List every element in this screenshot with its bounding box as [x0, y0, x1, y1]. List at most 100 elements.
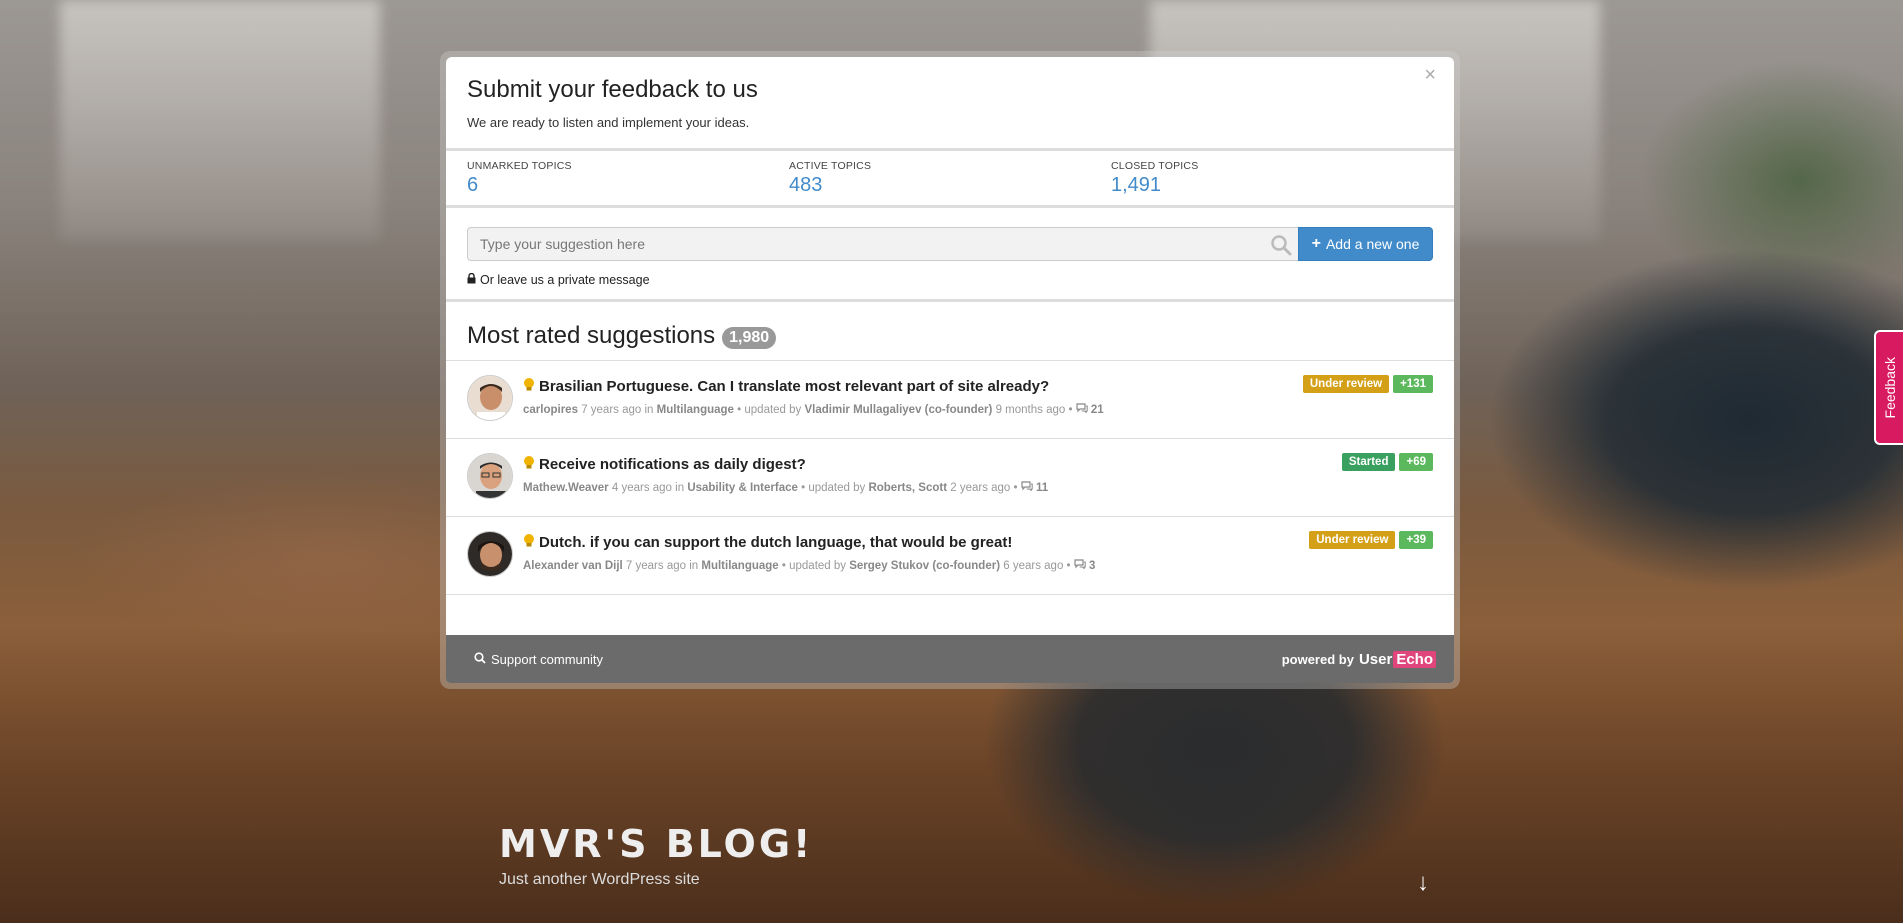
- topic-body: Brasilian Portuguese. Can I translate mo…: [523, 375, 1433, 425]
- topic-title[interactable]: Receive notifications as daily digest?: [523, 455, 806, 474]
- blog-tagline: Just another WordPress site: [499, 871, 700, 888]
- topic-title-text: Receive notifications as daily digest?: [539, 456, 806, 474]
- topic-updated-by[interactable]: Sergey Stukov (co-founder): [849, 560, 1000, 572]
- topic-badges: Under review +131: [1302, 375, 1433, 394]
- suggestion-input[interactable]: [468, 228, 1298, 261]
- topic-updated-prefix: • updated by: [801, 482, 866, 495]
- section-header: Most rated suggestions 1,980: [446, 302, 1454, 362]
- topic-row: Brasilian Portuguese. Can I translate mo…: [446, 361, 1454, 440]
- topic-category[interactable]: Multilanguage: [701, 560, 778, 572]
- support-community-label: Support community: [491, 651, 603, 667]
- topic-body: Receive notifications as daily digest? S…: [523, 453, 1433, 503]
- topic-author[interactable]: Mathew.Weaver: [523, 482, 609, 494]
- logo-user-text: User: [1358, 650, 1393, 668]
- avatar[interactable]: [467, 531, 513, 578]
- stat-closed[interactable]: CLOSED TOPICS 1,491: [1111, 160, 1433, 197]
- topic-comments[interactable]: 3: [1089, 560, 1095, 572]
- add-new-button[interactable]: + Add a new one: [1298, 227, 1433, 262]
- stat-value[interactable]: 6: [467, 174, 789, 197]
- plus-icon: +: [1311, 235, 1321, 253]
- topic-category[interactable]: Multilanguage: [657, 404, 734, 416]
- blog-title[interactable]: MVR'S BLOG!: [499, 822, 813, 866]
- stat-value[interactable]: 483: [789, 174, 1111, 197]
- stat-label: CLOSED TOPICS: [1111, 160, 1199, 173]
- lightbulb-icon: [523, 533, 535, 552]
- votes-badge[interactable]: +131: [1393, 375, 1433, 394]
- lock-icon: [467, 273, 476, 287]
- topic-meta: Alexander van Dijl 7 years ago in Multil…: [523, 559, 1433, 572]
- votes-badge[interactable]: +39: [1399, 531, 1433, 550]
- stat-unmarked[interactable]: UNMARKED TOPICS 6: [467, 160, 789, 197]
- modal-header: Submit your feedback to us We are ready …: [446, 57, 1454, 148]
- topic-updated-age: 9 months ago •: [995, 404, 1073, 417]
- status-badge: Started: [1341, 453, 1396, 472]
- powered-by-userecho[interactable]: powered by User Echo: [1281, 650, 1436, 668]
- topic-comments[interactable]: 21: [1091, 404, 1104, 416]
- topic-age: 7 years ago in: [581, 404, 654, 417]
- topic-updated-by[interactable]: Roberts, Scott: [868, 482, 947, 494]
- avatar[interactable]: [467, 453, 513, 500]
- status-badge: Under review: [1302, 375, 1390, 394]
- private-message-label: Or leave us a private message: [480, 273, 650, 288]
- topic-title-row: Brasilian Portuguese. Can I translate mo…: [523, 375, 1433, 396]
- avatar[interactable]: [467, 375, 513, 422]
- topic-author[interactable]: carlopires: [523, 404, 578, 416]
- topic-row: Dutch. if you can support the dutch lang…: [446, 517, 1454, 596]
- topic-updated-prefix: • updated by: [737, 404, 802, 417]
- support-community-link[interactable]: Support community: [474, 652, 603, 667]
- topic-title-text: Dutch. if you can support the dutch lang…: [539, 534, 1013, 552]
- feedback-modal-frame: × Submit your feedback to us We are read…: [440, 51, 1460, 689]
- feedback-side-tab[interactable]: Feedback: [1874, 330, 1903, 445]
- topic-badges: Started +69: [1341, 453, 1433, 472]
- topic-author[interactable]: Alexander van Dijl: [523, 560, 623, 572]
- topic-title[interactable]: Brasilian Portuguese. Can I translate mo…: [523, 377, 1049, 396]
- topic-comments[interactable]: 11: [1036, 482, 1048, 494]
- close-button[interactable]: ×: [1424, 65, 1436, 85]
- suggestion-count-badge: 1,980: [722, 326, 777, 349]
- topic-age: 7 years ago in: [625, 560, 699, 573]
- topic-updated-by[interactable]: Vladimir Mullagaliyev (co-founder): [805, 404, 993, 416]
- background-window-blur: [60, 0, 380, 240]
- comments-icon: [1076, 403, 1091, 416]
- votes-badge[interactable]: +69: [1399, 453, 1433, 472]
- userecho-logo: User Echo: [1358, 650, 1436, 668]
- topic-title-text: Brasilian Portuguese. Can I translate mo…: [539, 378, 1050, 396]
- stat-label: ACTIVE TOPICS: [789, 160, 872, 173]
- search-box: [467, 227, 1298, 262]
- topic-updated-age: 2 years ago •: [950, 482, 1018, 495]
- topic-updated-age: 6 years ago •: [1003, 560, 1071, 573]
- feedback-modal: × Submit your feedback to us We are read…: [446, 57, 1454, 683]
- topic-meta: carlopires 7 years ago in Multilanguage …: [523, 403, 1433, 416]
- topic-title-row: Dutch. if you can support the dutch lang…: [523, 531, 1433, 552]
- topic-stats: UNMARKED TOPICS 6 ACTIVE TOPICS 483 CLOS…: [446, 148, 1454, 209]
- stat-active[interactable]: ACTIVE TOPICS 483: [789, 160, 1111, 197]
- status-badge: Under review: [1309, 531, 1396, 550]
- topic-row: Receive notifications as daily digest? S…: [446, 439, 1454, 518]
- topic-title[interactable]: Dutch. if you can support the dutch lang…: [523, 533, 1012, 552]
- modal-footer: Support community powered by User Echo: [446, 635, 1454, 683]
- stat-label: UNMARKED TOPICS: [467, 160, 572, 173]
- search-icon: [474, 651, 486, 667]
- topic-badges: Under review +39: [1309, 531, 1433, 550]
- topic-category[interactable]: Usability & Interface: [687, 482, 798, 494]
- private-message-link[interactable]: Or leave us a private message: [467, 273, 1433, 287]
- lightbulb-icon: [523, 377, 535, 396]
- comments-icon: [1021, 481, 1036, 494]
- add-new-label: Add a new one: [1325, 236, 1420, 253]
- topic-updated-prefix: • updated by: [781, 560, 847, 573]
- modal-subtitle: We are ready to listen and implement you…: [467, 115, 750, 131]
- topic-age: 4 years ago in: [611, 482, 685, 495]
- stat-value[interactable]: 1,491: [1111, 174, 1433, 197]
- logo-echo-text: Echo: [1393, 650, 1436, 668]
- comments-icon: [1074, 559, 1089, 572]
- search-row: + Add a new one: [467, 227, 1433, 262]
- topic-title-row: Receive notifications as daily digest? S…: [523, 453, 1433, 474]
- powered-by-label: powered by: [1281, 651, 1354, 667]
- feedback-tab-label: Feedback: [1881, 356, 1898, 419]
- section-title: Most rated suggestions: [467, 322, 716, 350]
- topic-meta: Mathew.Weaver 4 years ago in Usability &…: [523, 481, 1433, 494]
- suggestion-search-area: + Add a new one Or leave us a private me…: [446, 208, 1454, 303]
- modal-title: Submit your feedback to us: [467, 76, 758, 103]
- topic-body: Dutch. if you can support the dutch lang…: [523, 531, 1433, 581]
- scroll-down-arrow-icon[interactable]: ↓: [1417, 869, 1429, 897]
